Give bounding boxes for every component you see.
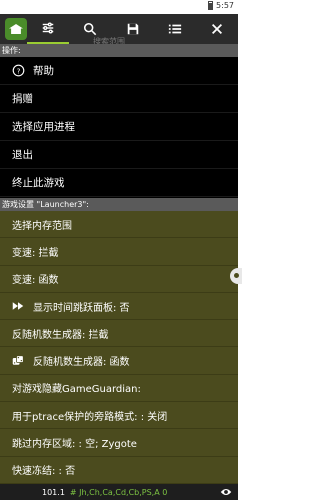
setting-label: 反随机数生成器: 函数 <box>33 357 130 369</box>
close-tab[interactable] <box>196 14 238 44</box>
menu-item-select-process[interactable]: 选择应用进程 <box>0 113 238 141</box>
operations-menu: ? 帮助 捐赠 选择应用进程 退出 终止此游戏 <box>0 57 238 199</box>
setting-rng-function[interactable]: 反随机数生成器: 函数 <box>0 347 238 375</box>
dice-icon <box>12 355 24 365</box>
status-time: 5:57 <box>216 1 234 10</box>
help-circle-icon: ? <box>12 64 25 77</box>
setting-label: 对游戏隐藏GameGuardian: <box>12 384 141 396</box>
setting-label: 用于ptrace保护的旁路模式: : 关闭 <box>12 411 168 423</box>
svg-text:?: ? <box>17 66 21 75</box>
eye-icon[interactable] <box>220 487 232 497</box>
menu-item-label: 退出 <box>12 149 33 161</box>
memory-regions-label: # Jh,Ch,Ca,Cd,Cb,PS,A 0 <box>69 487 168 497</box>
setting-label: 跳过内存区域: : 空; Zygote <box>12 439 137 451</box>
setting-label: 显示时间跳跃面板: 否 <box>33 302 130 314</box>
version-label: 101.1 <box>42 487 65 497</box>
setting-time-jump-panel[interactable]: 显示时间跳跃面板: 否 <box>0 293 238 321</box>
status-bar: 5:57 <box>0 0 238 14</box>
setting-label: 反随机数生成器: 拦截 <box>12 329 109 341</box>
menu-item-exit[interactable]: 退出 <box>0 141 238 169</box>
setting-fast-freeze[interactable]: 快速冻结: : 否 <box>0 457 238 484</box>
menu-item-label: 选择应用进程 <box>12 121 75 133</box>
menu-item-label: 帮助 <box>33 65 54 77</box>
setting-rng-hook[interactable]: 反随机数生成器: 拦截 <box>0 320 238 348</box>
floating-side-handle[interactable] <box>230 268 242 284</box>
list-tab[interactable] <box>154 14 196 44</box>
game-settings-menu: 选择内存范围 变速: 拦截 变速: 函数 显示时间跳跃面板: 否 反随机数生成器… <box>0 211 238 484</box>
setting-label: 变速: 函数 <box>12 275 59 287</box>
operations-header: 操作: <box>0 44 238 57</box>
battery-icon <box>208 1 214 10</box>
menu-item-kill-game[interactable]: 终止此游戏 <box>0 169 238 197</box>
floppy-disk-icon <box>127 23 138 35</box>
menu-item-label: 终止此游戏 <box>12 177 65 189</box>
fast-forward-icon <box>12 302 24 310</box>
setting-memory-range[interactable]: 选择内存范围 <box>0 211 238 239</box>
setting-skip-memory-regions[interactable]: 跳过内存区域: : 空; Zygote <box>0 429 238 457</box>
menu-item-donate[interactable]: 捐赠 <box>0 85 238 113</box>
app-logo-icon <box>5 18 27 40</box>
setting-ptrace-bypass[interactable]: 用于ptrace保护的旁路模式: : 关闭 <box>0 402 238 430</box>
search-icon <box>84 22 97 36</box>
home-tab[interactable] <box>27 14 70 44</box>
status-bar-right: 5:57 <box>208 1 234 10</box>
menu-item-help[interactable]: ? 帮助 <box>0 57 238 85</box>
list-icon <box>168 24 181 34</box>
setting-hide-gg[interactable]: 对游戏隐藏GameGuardian: <box>0 375 238 403</box>
setting-speed-function[interactable]: 变速: 函数 <box>0 266 238 293</box>
setting-label: 快速冻结: : 否 <box>12 466 76 478</box>
close-icon <box>211 24 222 34</box>
setting-label: 变速: 拦截 <box>12 247 59 259</box>
menu-item-label: 捐赠 <box>12 93 33 105</box>
setting-label: 选择内存范围 <box>12 220 72 232</box>
setting-speed-hook[interactable]: 变速: 拦截 <box>0 238 238 266</box>
footer-bar: 101.1 # Jh,Ch,Ca,Cd,Cb,PS,A 0 <box>0 484 238 500</box>
sliders-icon <box>42 22 54 34</box>
game-settings-header: 游戏设置 "Launcher3": <box>0 198 238 211</box>
